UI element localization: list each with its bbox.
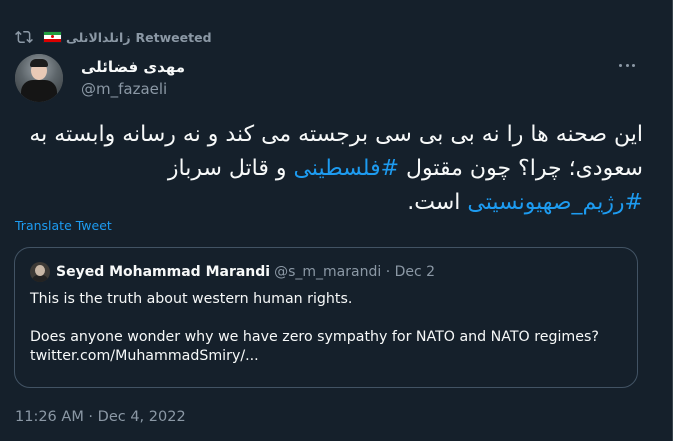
translate-tweet-link[interactable]: Translate Tweet (15, 218, 112, 233)
hashtag-link[interactable]: #فلسطینی (294, 156, 400, 181)
tweet-timestamp[interactable]: 11:26 AM · Dec 4, 2022 (15, 409, 186, 425)
quoted-author-name: Seyed Mohammad Marandi (56, 264, 271, 280)
retweet-context: زانلدالانلى Retweeted (15, 28, 212, 46)
quoted-author-meta: @s_m_marandi · Dec 2 (274, 264, 436, 280)
quoted-tweet-header: Seyed Mohammad Marandi @s_m_marandi · De… (30, 262, 435, 282)
author-name[interactable]: مهدی فضائلی (81, 57, 185, 77)
author-handle[interactable]: @m_fazaeli (81, 79, 185, 99)
retweeted-label: Retweeted (135, 29, 212, 45)
quoted-tweet-body: This is the truth about western human ri… (30, 290, 625, 366)
author-info[interactable]: مهدی فضائلی @m_fazaeli (81, 57, 185, 99)
hashtag-link[interactable]: #رژیم_صهیونسیتی (467, 190, 643, 215)
retweet-icon (15, 30, 33, 44)
author-avatar[interactable] (15, 54, 63, 102)
quoted-tweet[interactable]: Seyed Mohammad Marandi @s_m_marandi · De… (14, 247, 638, 388)
quoted-line: Does anyone wonder why we have zero symp… (30, 329, 599, 345)
tweet-text-part: و قاتل سرباز (167, 156, 294, 181)
retweeter-name[interactable]: زانلدالانلى (66, 30, 131, 45)
tweet-text: این صحنه ها را نه بی بی سی برجسته می کند… (15, 118, 643, 220)
tweet-text-part: است. (407, 190, 468, 215)
more-options-icon[interactable] (614, 55, 640, 75)
iran-flag-icon (43, 31, 62, 43)
quoted-link: twitter.com/MuhammadSmiry/... (30, 348, 259, 364)
quoted-line: This is the truth about western human ri… (30, 291, 353, 307)
quoted-author-avatar (30, 262, 50, 282)
